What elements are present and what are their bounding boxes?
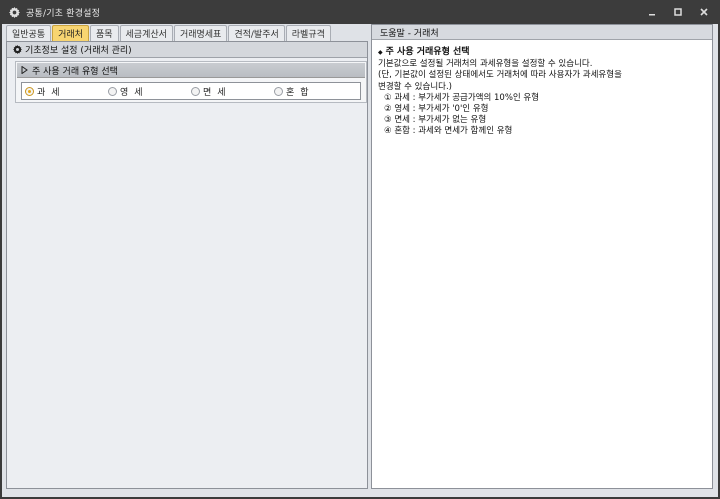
radio-label: 혼합: [286, 87, 315, 98]
bullet-icon: ◆: [378, 49, 383, 56]
tab-item[interactable]: 품목: [89, 25, 119, 41]
tab-general[interactable]: 일반공통: [6, 25, 52, 41]
help-list-item: ③ 면세 : 부가세가 없는 유형: [384, 115, 487, 126]
radio-zero-rated[interactable]: 영세: [105, 85, 188, 98]
group-header: 주 사용 거래 유형 선택: [17, 63, 365, 78]
transaction-type-group: 주 사용 거래 유형 선택 과세 영세 면세 혼합: [15, 61, 367, 103]
help-line: 기본값으로 설정될 거래처의 과세유형을 설정할 수 있습니다.: [378, 59, 593, 70]
radio-label: 영세: [120, 87, 149, 98]
help-content: ◆ 주 사용 거래유형 선택 기본값으로 설정될 거래처의 과세유형을 설정할 …: [378, 47, 708, 138]
help-line: 변경할 수 있습니다.): [378, 81, 452, 92]
tab-label-spec[interactable]: 라벨규격: [285, 25, 331, 41]
settings-pane: 일반공통 거래처 품목 세금계산서 거래명세표 견적/발주서 라벨규격 기초정보…: [6, 24, 368, 489]
triangle-right-icon: [21, 66, 28, 74]
radio-taxable[interactable]: 과세: [22, 85, 105, 98]
radio-mixed[interactable]: 혼합: [271, 85, 354, 98]
tab-content: 기초정보 설정 (거래처 관리) 주 사용 거래 유형 선택 과세 영세 면세 …: [6, 41, 368, 489]
section-title: 기초정보 설정 (거래처 관리): [25, 46, 132, 56]
window-title: 공통/기초 환경설정: [26, 8, 101, 19]
radio-button[interactable]: [108, 86, 117, 96]
help-list-item: ④ 혼합 : 과세와 면세가 함께인 유형: [384, 126, 513, 137]
radio-label: 면세: [203, 87, 232, 98]
radio-button[interactable]: [191, 86, 200, 96]
radio-tax-exempt[interactable]: 면세: [188, 85, 271, 98]
tab-quote-order[interactable]: 견적/발주서: [228, 25, 285, 41]
radio-button[interactable]: [274, 86, 283, 96]
maximize-icon[interactable]: [666, 4, 690, 20]
client-area: 일반공통 거래처 품목 세금계산서 거래명세표 견적/발주서 라벨규격 기초정보…: [2, 24, 718, 497]
help-line: (단, 기본값이 설정된 상태에서도 거래처에 따라 사용자가 과세유형을: [378, 70, 622, 81]
help-heading-text: 주 사용 거래유형 선택: [385, 47, 470, 57]
minimize-icon[interactable]: [640, 4, 664, 20]
close-icon[interactable]: [692, 4, 716, 20]
gear-icon: [13, 45, 22, 54]
section-header: 기초정보 설정 (거래처 관리): [7, 42, 367, 58]
help-list-item: ① 과세 : 부가세가 공급가액의 10%인 유형: [384, 92, 540, 103]
radio-label: 과세: [37, 87, 66, 98]
help-list-item: ② 영세 : 부가세가 '0'인 유형: [384, 104, 489, 115]
help-heading: ◆ 주 사용 거래유형 선택: [378, 47, 708, 58]
tab-strip: 일반공통 거래처 품목 세금계산서 거래명세표 견적/발주서 라벨규격: [6, 25, 331, 41]
tab-tax-invoice[interactable]: 세금계산서: [119, 25, 173, 41]
title-bar: 공통/기초 환경설정: [0, 0, 720, 24]
radio-button[interactable]: [25, 86, 34, 96]
help-pane: 도움말 - 거래처 ◆ 주 사용 거래유형 선택 기본값으로 설정될 거래처의 …: [371, 24, 713, 489]
tab-customer[interactable]: 거래처: [52, 25, 89, 41]
group-title: 주 사용 거래 유형 선택: [32, 66, 118, 77]
gear-icon: [6, 4, 22, 20]
help-header: 도움말 - 거래처: [372, 25, 712, 40]
transaction-type-radio-group: 과세 영세 면세 혼합: [21, 82, 361, 100]
tab-transaction-statement[interactable]: 거래명세표: [173, 25, 228, 41]
